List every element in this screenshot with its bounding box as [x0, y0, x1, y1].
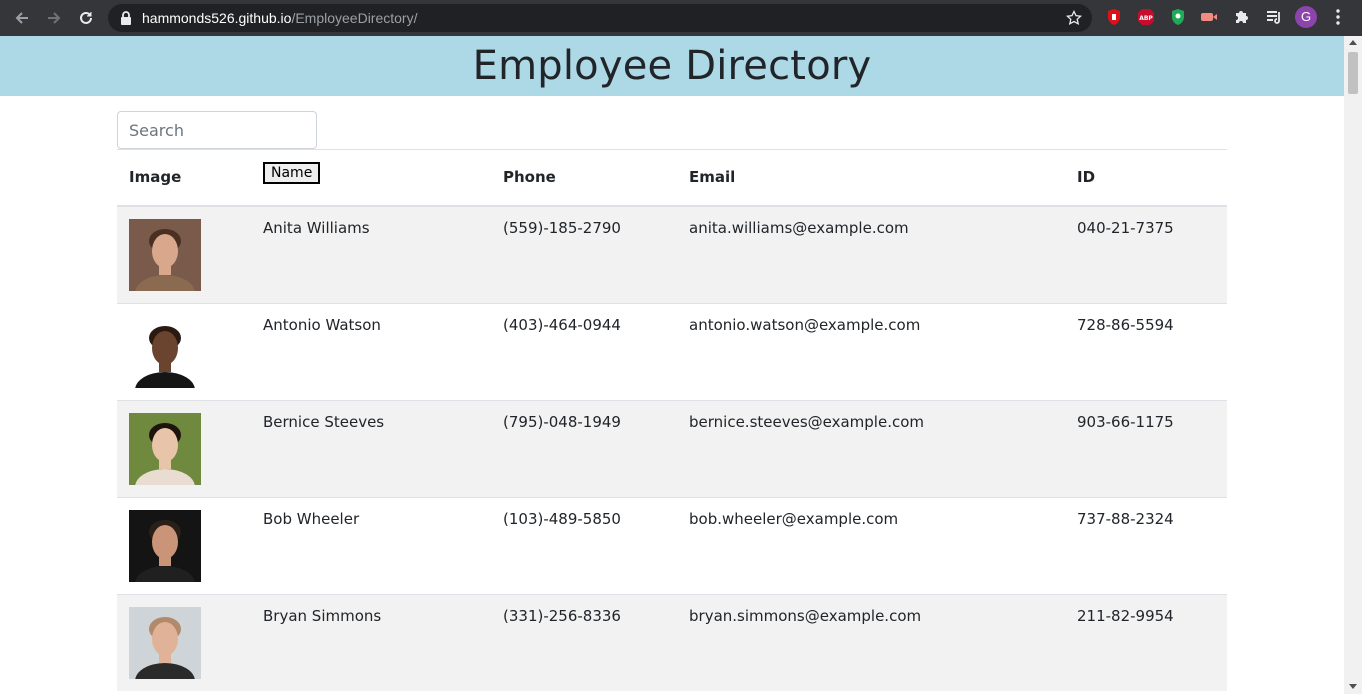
image-cell [117, 400, 251, 497]
image-cell [117, 303, 251, 400]
header-image: Image [129, 168, 182, 187]
scroll-up-icon[interactable] [1349, 40, 1357, 45]
forward-arrow-icon[interactable] [42, 6, 66, 30]
email-cell: antonio.watson@example.com [689, 315, 921, 334]
url-text: hammonds526.github.io/EmployeeDirectory/ [142, 10, 417, 26]
url-host: hammonds526.github.io [142, 10, 292, 26]
id-cell: 728-86-5594 [1077, 315, 1174, 334]
profile-avatar[interactable]: G [1295, 6, 1317, 28]
scroll-down-icon[interactable] [1349, 684, 1357, 689]
page-title: Employee Directory [472, 43, 872, 89]
email-cell: bernice.steeves@example.com [689, 412, 925, 431]
page-viewport: Employee Directory Image Name Phone Emai… [0, 36, 1344, 694]
svg-text:ABP: ABP [1139, 15, 1153, 22]
bookmark-star-icon[interactable] [1065, 9, 1083, 31]
header-name-cell: Name [251, 150, 491, 206]
phone-cell: (331)-256-8336 [503, 606, 621, 625]
phone-cell: (403)-464-0944 [503, 315, 621, 334]
employee-photo [129, 218, 201, 291]
browser-toolbar: hammonds526.github.io/EmployeeDirectory/… [0, 0, 1362, 36]
employee-photo [129, 606, 201, 679]
table-row: Bernice Steeves (795)-048-1949 bernice.ste… [117, 400, 1227, 497]
employee-photo [129, 315, 201, 388]
sort-name-button[interactable]: Name [263, 162, 321, 185]
id-cell: 737-88-2324 [1077, 509, 1174, 528]
puzzle-icon[interactable] [1233, 8, 1251, 26]
reload-icon[interactable] [74, 6, 98, 30]
media-icon[interactable] [1200, 8, 1218, 26]
table-row: Bob Wheeler (103)-489-5850 bob.wheeler@exa… [117, 497, 1227, 594]
back-arrow-icon[interactable] [10, 6, 34, 30]
adblocker-icon[interactable] [1105, 8, 1123, 26]
name-cell: Bernice Steeves [263, 412, 385, 431]
name-cell: Anita Williams [263, 218, 370, 237]
image-cell [117, 497, 251, 594]
table-row: Bryan Simmons (331)-256-8336 bryan.simmons… [117, 594, 1227, 691]
url-path: /EmployeeDirectory/ [291, 10, 418, 26]
table-body: Anita Williams (559)-185-2790 anita.willia… [117, 205, 1227, 691]
employee-table: Image Name Phone Email ID Anita Williams… [117, 149, 1227, 691]
phone-cell: (103)-489-5850 [503, 509, 621, 528]
abp-icon[interactable]: ABP [1137, 8, 1155, 26]
phone-cell: (795)-048-1949 [503, 412, 621, 431]
id-cell: 903-66-1175 [1077, 412, 1174, 431]
search-input[interactable] [117, 111, 317, 149]
vertical-scrollbar[interactable] [1344, 36, 1362, 694]
header-phone: Phone [503, 168, 556, 187]
employee-photo [129, 412, 201, 485]
email-cell: anita.williams@example.com [689, 218, 909, 237]
header-id: ID [1077, 168, 1096, 187]
page-header: Employee Directory [0, 36, 1344, 96]
image-cell [117, 206, 251, 304]
table-row: Anita Williams (559)-185-2790 anita.willia… [117, 205, 1227, 304]
reading-list-icon[interactable] [1265, 8, 1283, 26]
name-cell: Bryan Simmons [263, 606, 382, 625]
phone-cell: (559)-185-2790 [503, 218, 621, 237]
email-cell: bryan.simmons@example.com [689, 606, 922, 625]
id-cell: 040-21-7375 [1077, 218, 1174, 237]
name-cell: Bob Wheeler [263, 509, 360, 528]
image-cell [117, 594, 251, 691]
name-cell: Antonio Watson [263, 315, 381, 334]
address-bar[interactable]: hammonds526.github.io/EmployeeDirectory/ [108, 4, 1092, 32]
table-row: Antonio Watson (403)-464-0944 antonio.wats… [117, 303, 1227, 400]
id-cell: 211-82-9954 [1077, 606, 1174, 625]
table-header-row: Image Name Phone Email ID [117, 149, 1227, 206]
email-cell: bob.wheeler@example.com [689, 509, 899, 528]
lock-icon[interactable] [120, 11, 132, 30]
shield-icon[interactable] [1169, 8, 1187, 26]
scroll-thumb[interactable] [1348, 52, 1358, 94]
kebab-menu-icon[interactable] [1329, 8, 1347, 26]
directory-container: Image Name Phone Email ID Anita Williams… [117, 111, 1227, 691]
header-email: Email [689, 168, 736, 187]
table-header: Image Name Phone Email ID [117, 149, 1227, 206]
employee-photo [129, 509, 201, 582]
